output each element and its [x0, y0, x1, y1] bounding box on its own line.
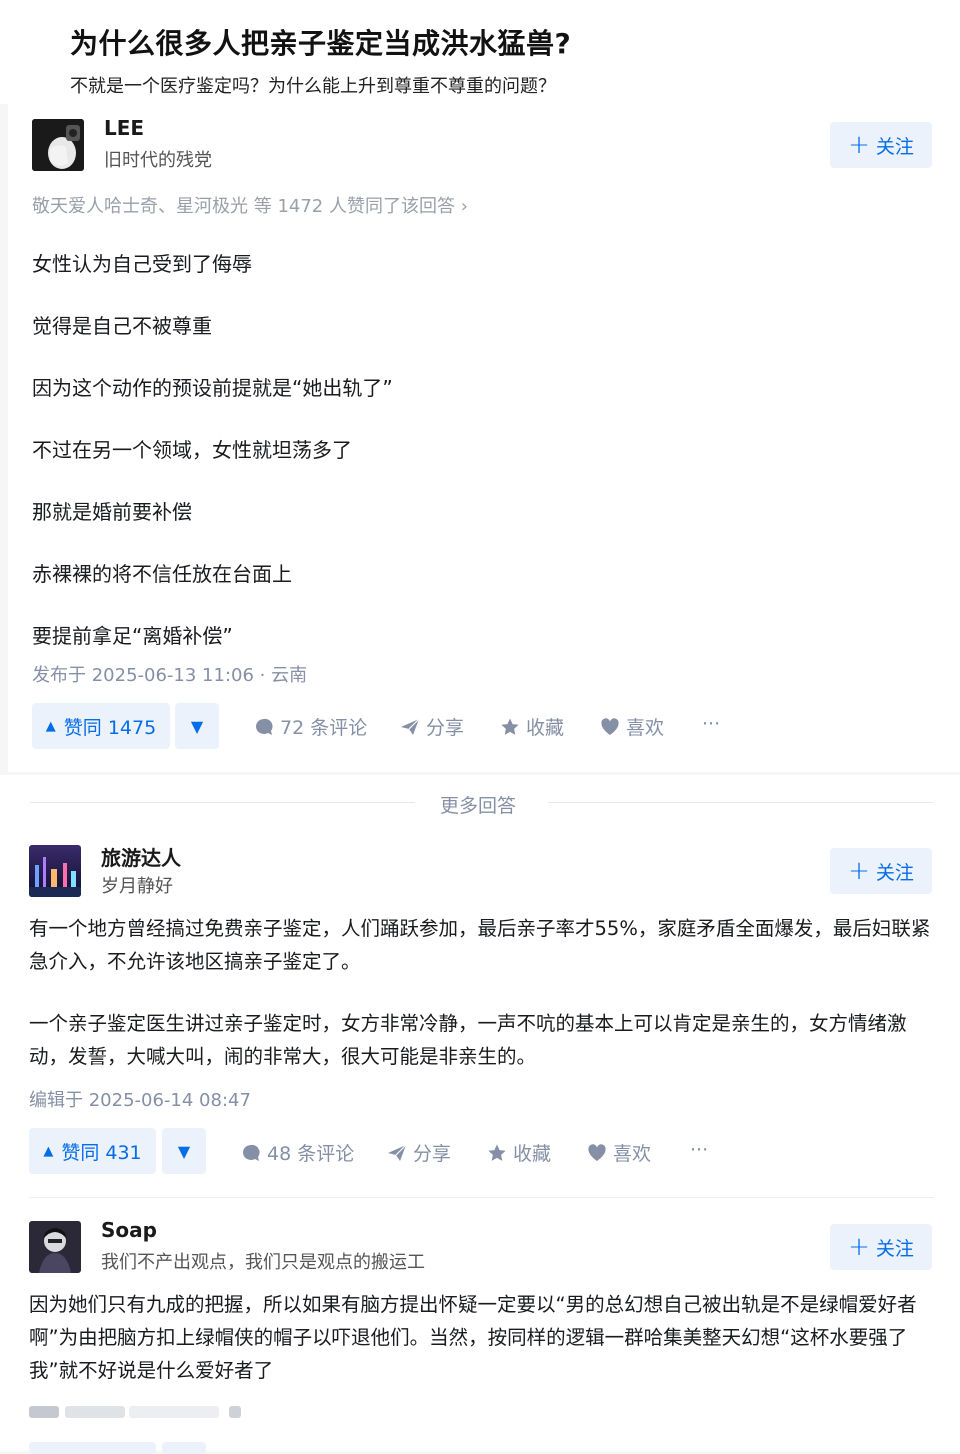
like-label: 喜欢 [626, 717, 665, 739]
divider-right [548, 802, 933, 803]
like-label: 喜欢 [613, 1143, 652, 1165]
downvote-button-partial[interactable] [162, 1442, 206, 1454]
answer-paragraph: 觉得是自己不被尊重 [32, 314, 212, 338]
upvote-button-partial[interactable] [29, 1442, 156, 1454]
answer-paragraph: 赤裸裸的将不信任放在台面上 [32, 562, 292, 586]
follow-button[interactable]: + 关注 [830, 122, 932, 168]
plus-icon: + [848, 856, 870, 886]
comment-count: 72 条评论 [280, 717, 368, 739]
share-button[interactable]: 分享 [400, 713, 464, 740]
downvote-button[interactable]: ▼ [175, 703, 219, 749]
edit-time: 编辑于 2025-06-14 08:47 [29, 1090, 251, 1111]
more-answers-label: 更多回答 [440, 795, 517, 817]
collect-button[interactable]: 收藏 [500, 713, 564, 740]
triangle-down-icon: ▼ [177, 1141, 191, 1161]
collect-button[interactable]: 收藏 [487, 1139, 551, 1166]
star-icon [501, 718, 519, 735]
follow-button[interactable]: + 关注 [830, 1224, 932, 1270]
share-button[interactable]: 分享 [387, 1139, 451, 1166]
author-avatar[interactable] [29, 845, 81, 897]
more-options-label: ··· [702, 713, 721, 735]
answer-paragraph: 因为这个动作的预设前提就是“她出轨了” [32, 376, 393, 400]
collect-label: 收藏 [526, 717, 565, 739]
triangle-down-icon: ▼ [190, 716, 204, 736]
heart-icon [588, 1143, 606, 1161]
answer-paragraph: 那就是婚前要补偿 [32, 500, 192, 524]
plus-icon: + [848, 1232, 870, 1262]
upvote-button[interactable]: ▲ 赞同 431 [29, 1128, 156, 1174]
blurred-placeholder [29, 1406, 241, 1418]
avatar-image [29, 1221, 81, 1273]
comment-button[interactable]: 72 条评论 [254, 713, 367, 740]
blurred-meta [29, 1402, 245, 1422]
triangle-up-icon: ▲ [43, 1143, 54, 1159]
more-options-button[interactable]: ··· [690, 1139, 708, 1161]
comment-icon [243, 1144, 260, 1161]
question-description: 不就是一个医疗鉴定吗？为什么能上升到尊重不尊重的问题？ [70, 76, 556, 97]
answer-paragraph: 有一个地方曾经搞过免费亲子鉴定，人们踊跃参加，最后亲子率才55%，家庭矛盾全面爆… [29, 917, 931, 973]
author-avatar[interactable] [32, 119, 84, 171]
publish-time: 发布于 2025-06-13 11:06 · 云南 [32, 665, 308, 686]
downvote-button[interactable]: ▼ [162, 1128, 206, 1174]
answer-paragraph: 一个亲子鉴定医生讲过亲子鉴定时，女方非常冷静，一声不吭的基本上可以肯定是亲生的，… [29, 1012, 907, 1068]
plus-icon: + [848, 130, 870, 160]
divider-left [30, 802, 415, 803]
like-button[interactable]: 喜欢 [600, 713, 664, 740]
share-label: 分享 [426, 717, 465, 739]
triangle-up-icon: ▲ [45, 718, 56, 734]
answer-separator [29, 1197, 934, 1198]
share-label: 分享 [413, 1143, 452, 1165]
author-bio: 我们不产出观点，我们只是观点的搬运工 [101, 1252, 425, 1273]
more-options-button[interactable]: ··· [702, 713, 720, 735]
upvote-button[interactable]: ▲ 赞同 1475 [32, 703, 170, 749]
author-avatar[interactable] [29, 1221, 81, 1273]
upvote-label: 赞同 431 [61, 1141, 142, 1164]
more-options-label: ··· [690, 1139, 709, 1161]
comment-icon [256, 718, 273, 735]
question-header: 为什么很多人把亲子鉴定当成洪水猛兽? 不就是一个医疗鉴定吗？为什么能上升到尊重不… [0, 0, 960, 104]
likers-summary[interactable]: 敬天爱人哈士奇、星河极光 等 1472 人赞同了该回答 › [32, 192, 468, 218]
answer-paragraph: 因为她们只有九成的把握，所以如果有脑方提出怀疑一定要以“男的总幻想自己被出轨是不… [29, 1293, 917, 1382]
comment-button[interactable]: 48 条评论 [241, 1139, 354, 1166]
answer-paragraph: 要提前拿足“离婚补偿” [32, 624, 233, 648]
paper-plane-icon [401, 718, 420, 735]
avatar-image [32, 119, 84, 171]
heart-icon [601, 717, 619, 735]
collect-label: 收藏 [513, 1143, 552, 1165]
follow-button[interactable]: + 关注 [830, 848, 932, 894]
answer-paragraph: 女性认为自己受到了侮辱 [32, 252, 252, 276]
follow-label: 关注 [875, 861, 914, 884]
upvote-label: 赞同 1475 [63, 716, 157, 739]
star-icon [488, 1144, 506, 1161]
follow-label: 关注 [875, 135, 914, 158]
like-button[interactable]: 喜欢 [587, 1139, 651, 1166]
author-name[interactable]: LEE [104, 116, 144, 140]
avatar-image [29, 845, 81, 897]
author-name[interactable]: Soap [101, 1218, 157, 1242]
author-name[interactable]: 旅游达人 [101, 842, 181, 871]
answer-paragraph: 不过在另一个领域，女性就坦荡多了 [32, 438, 352, 462]
question-title[interactable]: 为什么很多人把亲子鉴定当成洪水猛兽? [70, 22, 571, 62]
paper-plane-icon [388, 1144, 407, 1161]
author-bio: 旧时代的残党 [104, 150, 212, 171]
author-bio: 岁月静好 [101, 876, 173, 897]
follow-label: 关注 [875, 1237, 914, 1260]
comment-count: 48 条评论 [267, 1143, 355, 1165]
